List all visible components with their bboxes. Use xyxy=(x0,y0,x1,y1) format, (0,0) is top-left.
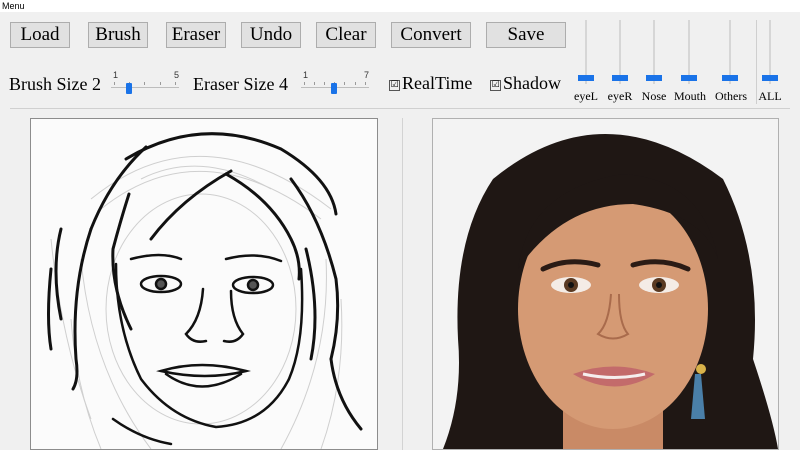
sketch-face xyxy=(111,253,304,446)
all-label: ALL xyxy=(758,89,782,103)
brush-size-max: 5 xyxy=(173,70,179,80)
eraser-size-thumb[interactable] xyxy=(331,83,337,94)
clear-button[interactable]: Clear xyxy=(316,22,376,48)
brush-size-tick xyxy=(175,82,176,85)
undo-button[interactable]: Undo xyxy=(241,22,301,48)
realtime-checkbox[interactable]: ☑ RealTime xyxy=(389,73,472,93)
shadow-label: Shadow xyxy=(503,73,561,93)
brush-size-min: 1 xyxy=(113,70,119,80)
nose-slider-thumb[interactable] xyxy=(646,75,662,81)
nose-label: Nose xyxy=(641,89,667,103)
mouth-label: Mouth xyxy=(673,89,706,103)
eyel-slider[interactable] xyxy=(573,20,599,84)
eraser-size-min: 1 xyxy=(303,70,309,80)
eyer-label: eyeR xyxy=(607,89,633,103)
panel-divider xyxy=(402,118,403,450)
result-image-panel xyxy=(432,118,779,450)
save-button[interactable]: Save xyxy=(486,22,566,48)
photo-right-pupil xyxy=(656,282,662,288)
toolbar-separator xyxy=(10,108,790,109)
eyer-slider-thumb[interactable] xyxy=(612,75,628,81)
sketch-shadow-guide xyxy=(50,155,343,449)
nose-slider[interactable] xyxy=(641,20,667,84)
brush-size-thumb[interactable] xyxy=(126,83,132,94)
shadow-checkbox[interactable]: ☑ Shadow xyxy=(490,73,561,93)
photo-earring-top xyxy=(696,364,706,374)
eyer-slider[interactable] xyxy=(607,20,633,84)
brush-size-tick xyxy=(160,82,161,85)
generated-face-photo xyxy=(433,119,778,449)
menu-bar[interactable]: Menu xyxy=(0,0,800,12)
sketch-hair xyxy=(47,132,363,431)
eraser-size-tick xyxy=(304,82,305,85)
realtime-check-icon[interactable]: ☑ xyxy=(389,80,400,91)
eyel-label: eyeL xyxy=(574,89,598,103)
eraser-size-tick xyxy=(314,82,315,85)
others-label: Others xyxy=(715,89,747,103)
sketch-canvas[interactable] xyxy=(30,118,378,450)
eraser-size-tick xyxy=(365,82,366,85)
others-slider[interactable] xyxy=(717,20,743,84)
menu-label[interactable]: Menu xyxy=(2,1,25,11)
eraser-size-max: 7 xyxy=(363,70,369,80)
all-slider[interactable] xyxy=(757,20,783,84)
brush-size-track xyxy=(111,87,179,88)
brush-size-label: Brush Size 2 xyxy=(9,74,101,94)
brush-size-tick xyxy=(114,82,115,85)
eraser-size-tick xyxy=(355,82,356,85)
brush-size-slider[interactable]: 1 5 xyxy=(111,70,179,98)
eraser-size-label: Eraser Size 4 xyxy=(193,74,288,94)
face-sketch-drawing xyxy=(47,132,363,449)
all-slider-thumb[interactable] xyxy=(762,75,778,81)
eyel-slider-thumb[interactable] xyxy=(578,75,594,81)
mouth-slider[interactable] xyxy=(676,20,702,84)
mouth-slider-thumb[interactable] xyxy=(681,75,697,81)
convert-button[interactable]: Convert xyxy=(391,22,471,48)
brush-button[interactable]: Brush xyxy=(88,22,148,48)
brush-size-tick xyxy=(144,82,145,85)
load-button[interactable]: Load xyxy=(10,22,70,48)
eraser-size-slider[interactable]: 1 7 xyxy=(301,70,369,98)
photo-left-pupil xyxy=(568,282,574,288)
eraser-size-tick xyxy=(324,82,325,85)
shadow-check-icon[interactable]: ☑ xyxy=(490,80,501,91)
realtime-label: RealTime xyxy=(402,73,473,93)
eraser-button[interactable]: Eraser xyxy=(166,22,226,48)
others-slider-thumb[interactable] xyxy=(722,75,738,81)
eraser-size-tick xyxy=(344,82,345,85)
